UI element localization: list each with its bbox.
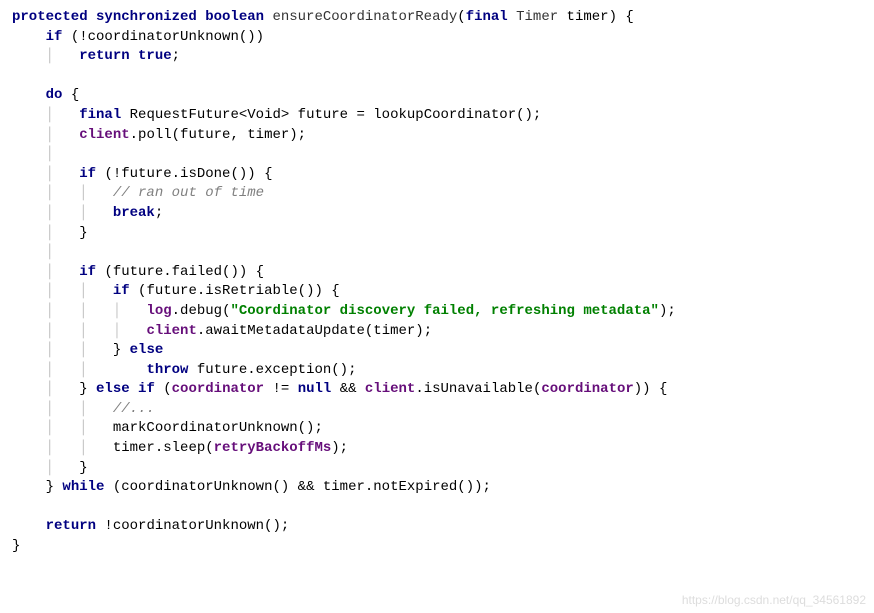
blank-line-4 [12, 498, 862, 518]
break-semi: ; [155, 205, 163, 221]
mark-unknown-call: markCoordinatorUnknown(); [113, 420, 323, 436]
param-type: Timer [516, 9, 558, 25]
line-await: │ │ │ client.awaitMetadataUpdate(timer); [12, 322, 862, 342]
return-expr: !coordinatorUnknown(); [96, 518, 289, 534]
null-kw: null [298, 381, 332, 397]
if-kw-2: if [79, 166, 96, 182]
line-throw: │ │ throw future.exception(); [12, 361, 862, 381]
line-future-decl: │ final RequestFuture<Void> future = loo… [12, 106, 862, 126]
poll-call: .poll(future, timer); [130, 127, 306, 143]
sleep-close: ); [331, 440, 348, 456]
line-return-final: return !coordinatorUnknown(); [12, 517, 862, 537]
retry-backoff-field: retryBackoffMs [214, 440, 332, 456]
line-while: } while (coordinatorUnknown() && timer.n… [12, 478, 862, 498]
coordinator-field-1: coordinator [172, 381, 264, 397]
line-mark-unknown: │ │ markCoordinatorUnknown(); [12, 419, 862, 439]
debug-close: ); [659, 303, 676, 319]
line-close-1: │ } [12, 224, 862, 244]
modifiers: protected synchronized boolean [12, 9, 264, 25]
line-elseif: │ } else if (coordinator != null && clie… [12, 380, 862, 400]
if-kw-3: if [79, 264, 96, 280]
line-if-notdone: │ if (!future.isDone()) { [12, 165, 862, 185]
break-kw: break [113, 205, 155, 221]
close-paren: )) { [634, 381, 668, 397]
param-keyword: final [466, 9, 508, 25]
notdone-cond: (!future.isDone()) { [104, 166, 272, 182]
param-name: timer [567, 9, 609, 25]
ran-out-comment: // ran out of time [113, 185, 264, 201]
semicolon: ; [172, 48, 180, 64]
line-else-throw: │ │ } else [12, 341, 862, 361]
line-dots-comment: │ │ //... [12, 400, 862, 420]
line-comment-time: │ │ // ran out of time [12, 184, 862, 204]
condition: (!coordinatorUnknown()) [71, 29, 264, 45]
line-log-debug: │ │ │ log.debug("Coordinator discovery f… [12, 302, 862, 322]
line-close-method: } [12, 537, 862, 557]
dots-comment: //... [113, 401, 155, 417]
debug-call: .debug( [172, 303, 231, 319]
else-kw: else [130, 342, 164, 358]
failed-cond: (future.failed()) { [104, 264, 264, 280]
neq: != [264, 381, 298, 397]
client-field-2: client [146, 323, 196, 339]
if-keyword: if [46, 29, 63, 45]
close-else-brace: } [113, 342, 130, 358]
debug-string: "Coordinator discovery failed, refreshin… [230, 303, 658, 319]
code-block: protected synchronized boolean ensureCoo… [12, 8, 862, 557]
future-decl: RequestFuture<Void> future = lookupCoord… [130, 107, 542, 123]
while-kw: while [62, 479, 104, 495]
line-return-true: │ return true; [12, 47, 862, 67]
close-brace-1: } [79, 225, 87, 241]
line-if-failed: │ if (future.failed()) { [12, 263, 862, 283]
and-op: && [331, 381, 365, 397]
line-client-poll: │ client.poll(future, timer); [12, 126, 862, 146]
elseif-kw: else if [96, 381, 155, 397]
line-close-2: │ } [12, 459, 862, 479]
retriable-cond: (future.isRetriable()) { [138, 283, 340, 299]
await-call: .awaitMetadataUpdate(timer); [197, 323, 432, 339]
final-keyword: final [79, 107, 121, 123]
throw-call: future.exception(); [188, 362, 356, 378]
method-name: ensureCoordinatorReady [272, 9, 457, 25]
return-kw: return [46, 518, 96, 534]
blank-line-3: │ [12, 243, 862, 263]
line-do: do { [12, 86, 862, 106]
line-signature: protected synchronized boolean ensureCoo… [12, 8, 862, 28]
client-field: client [79, 127, 129, 143]
blank-line [12, 67, 862, 87]
is-unavailable: .isUnavailable( [415, 381, 541, 397]
client-field-3: client [365, 381, 415, 397]
do-keyword: do [46, 87, 63, 103]
close-brace-2: } [79, 460, 87, 476]
watermark: https://blog.csdn.net/qq_34561892 [682, 592, 866, 609]
line-if-retriable: │ │ if (future.isRetriable()) { [12, 282, 862, 302]
line-timer-sleep: │ │ timer.sleep(retryBackoffMs); [12, 439, 862, 459]
return-true-kw: return true [79, 48, 171, 64]
line-break: │ │ break; [12, 204, 862, 224]
throw-kw: throw [146, 362, 188, 378]
line-if-unknown: if (!coordinatorUnknown()) [12, 28, 862, 48]
log-field: log [146, 303, 171, 319]
if-kw-4: if [113, 283, 130, 299]
timer-sleep-pre: timer.sleep( [113, 440, 214, 456]
blank-line-2: │ [12, 145, 862, 165]
while-cond: (coordinatorUnknown() && timer.notExpire… [104, 479, 490, 495]
coordinator-field-2: coordinator [541, 381, 633, 397]
elseif-close: } [79, 381, 96, 397]
